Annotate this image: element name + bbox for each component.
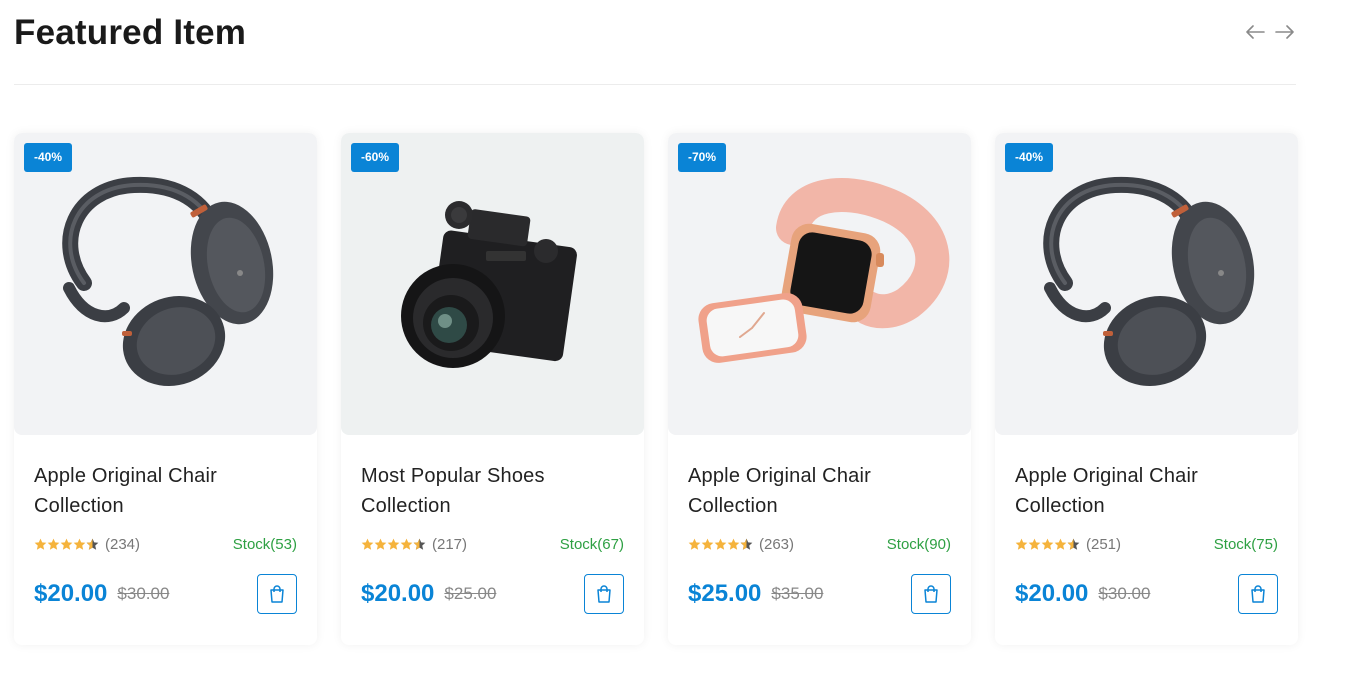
product-title[interactable]: Apple Original Chair Collection <box>688 461 948 521</box>
add-to-cart-button[interactable] <box>911 574 951 614</box>
star-icon <box>374 538 387 550</box>
current-price: $20.00 <box>1015 580 1089 607</box>
star-rating <box>361 538 426 551</box>
add-to-cart-button[interactable] <box>257 574 297 614</box>
old-price: $35.00 <box>771 584 824 603</box>
half-star-icon <box>1067 538 1080 550</box>
stock-count: Stock(75) <box>1213 535 1278 553</box>
rating-row: (263) Stock(90) <box>688 534 951 554</box>
rating-row: (251) Stock(75) <box>1015 534 1278 554</box>
current-price: $25.00 <box>688 580 762 607</box>
price-row: $20.00 $30.00 <box>34 573 297 615</box>
review-count: (234) <box>105 535 141 553</box>
shopping-bag-icon <box>597 585 611 603</box>
star-icon <box>701 538 714 550</box>
stock-count: Stock(53) <box>232 535 297 553</box>
review-count: (251) <box>1086 535 1122 553</box>
stock-count: Stock(67) <box>559 535 624 553</box>
product-card[interactable]: -40% Apple Original Chair Collection (23… <box>14 133 317 645</box>
product-card[interactable]: -70% Apple Original Chair Collection (26… <box>668 133 971 645</box>
star-icon <box>73 538 86 550</box>
product-title[interactable]: Apple Original Chair Collection <box>1015 461 1275 521</box>
star-icon <box>60 538 73 550</box>
discount-badge: -60% <box>351 143 400 172</box>
arrow-right-icon[interactable] <box>1274 20 1296 44</box>
product-title[interactable]: Most Popular Shoes Collection <box>361 461 621 521</box>
add-to-cart-button[interactable] <box>584 574 624 614</box>
product-title[interactable]: Apple Original Chair Collection <box>34 461 294 521</box>
shopping-bag-icon <box>270 585 284 603</box>
star-icon <box>1041 538 1054 550</box>
star-rating <box>1015 538 1080 551</box>
price-row: $20.00 $30.00 <box>1015 573 1278 615</box>
old-price: $30.00 <box>1098 584 1151 603</box>
star-rating <box>34 538 99 551</box>
product-image-headphones[interactable]: -40% <box>995 133 1298 435</box>
star-icon <box>47 538 60 550</box>
price-row: $25.00 $35.00 <box>688 573 951 615</box>
half-star-icon <box>740 538 753 550</box>
add-to-cart-button[interactable] <box>1238 574 1278 614</box>
discount-badge: -40% <box>1005 143 1054 172</box>
carousel-nav <box>1244 20 1296 44</box>
old-price: $25.00 <box>444 584 497 603</box>
product-image-camera[interactable]: -60% <box>341 133 644 435</box>
product-image-smartwatch[interactable]: -70% <box>668 133 971 435</box>
review-count: (263) <box>759 535 795 553</box>
section-header: Featured Item <box>14 0 1296 85</box>
rating-row: (234) Stock(53) <box>34 534 297 554</box>
star-icon <box>688 538 701 550</box>
star-rating <box>688 538 753 551</box>
discount-badge: -70% <box>678 143 727 172</box>
current-price: $20.00 <box>361 580 435 607</box>
old-price: $30.00 <box>117 584 170 603</box>
discount-badge: -40% <box>24 143 73 172</box>
price-row: $20.00 $25.00 <box>361 573 624 615</box>
arrow-left-icon[interactable] <box>1244 20 1266 44</box>
star-icon <box>400 538 413 550</box>
star-icon <box>387 538 400 550</box>
star-icon <box>1054 538 1067 550</box>
half-star-icon <box>86 538 99 550</box>
shopping-bag-icon <box>924 585 938 603</box>
featured-items-section: Featured Item -40% Apple Original Chair … <box>0 0 1357 691</box>
product-card[interactable]: -60% Most Popular Shoes Collection (217)… <box>341 133 644 645</box>
shopping-bag-icon <box>1251 585 1265 603</box>
rating-row: (217) Stock(67) <box>361 534 624 554</box>
star-icon <box>361 538 374 550</box>
current-price: $20.00 <box>34 580 108 607</box>
star-icon <box>34 538 47 550</box>
product-card[interactable]: -40% Apple Original Chair Collection (25… <box>995 133 1298 645</box>
star-icon <box>1015 538 1028 550</box>
stock-count: Stock(90) <box>886 535 951 553</box>
star-icon <box>727 538 740 550</box>
star-icon <box>1028 538 1041 550</box>
half-star-icon <box>413 538 426 550</box>
review-count: (217) <box>432 535 468 553</box>
product-image-headphones[interactable]: -40% <box>14 133 317 435</box>
section-title: Featured Item <box>14 13 247 52</box>
star-icon <box>714 538 727 550</box>
